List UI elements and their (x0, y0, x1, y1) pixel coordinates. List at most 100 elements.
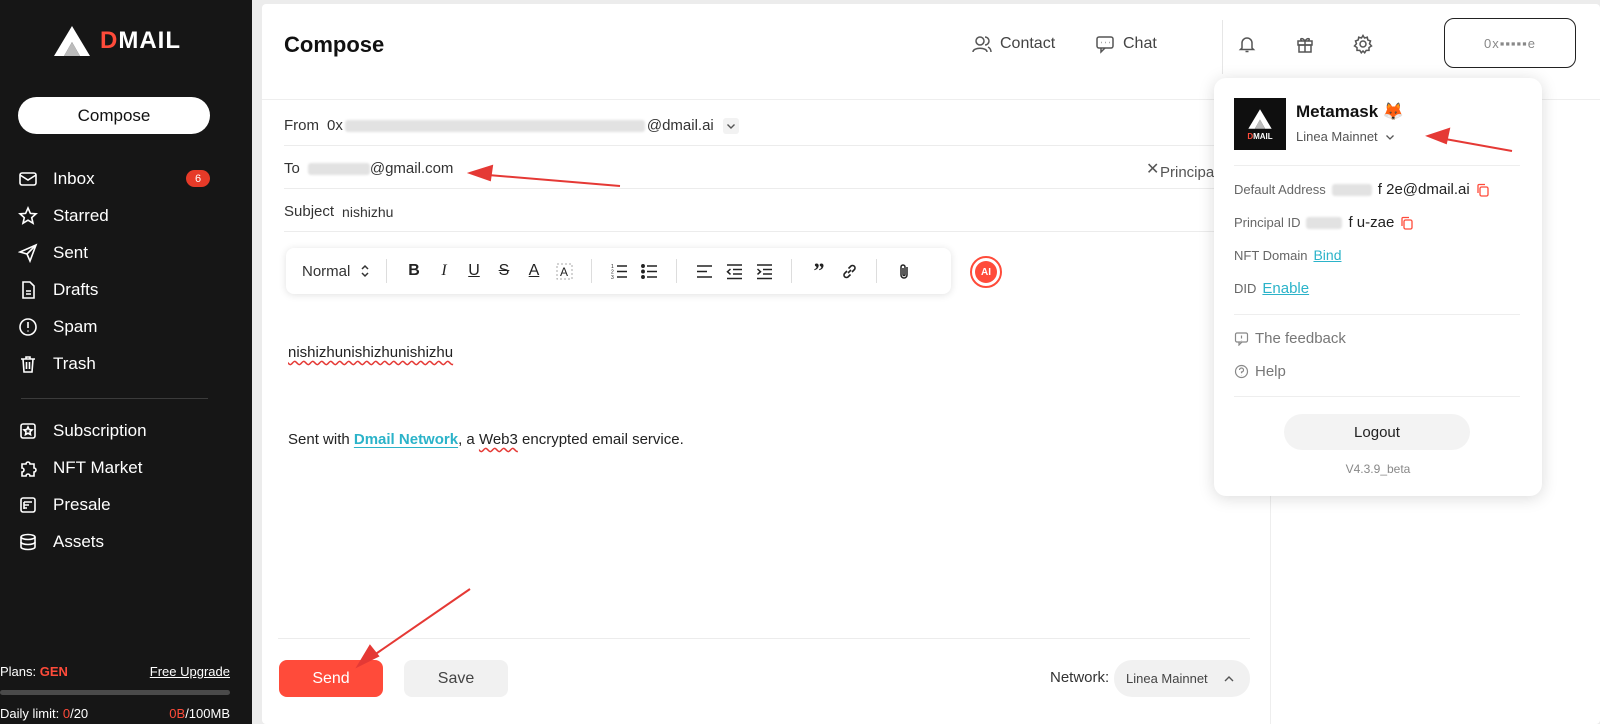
copy-icon[interactable] (1400, 216, 1414, 230)
copy-icon[interactable] (1476, 183, 1490, 197)
indent-icon[interactable] (749, 256, 779, 286)
app-logo[interactable]: DMAIL (52, 24, 181, 58)
underline-icon[interactable]: U (459, 256, 489, 286)
spam-icon (19, 317, 37, 336)
toolbar-divider (876, 259, 877, 283)
help-icon (1234, 364, 1249, 379)
sidebar-item-drafts[interactable]: Drafts (0, 271, 252, 308)
sidebar-item-presale[interactable]: Presale (0, 486, 252, 523)
feedback-label: The feedback (1255, 330, 1346, 347)
chevron-down-icon[interactable] (722, 117, 740, 135)
chat-icon (1096, 36, 1114, 54)
sidebar-item-label: Spam (53, 316, 98, 336)
sidebar-item-label: Trash (53, 353, 96, 373)
trash-icon (21, 355, 35, 373)
did-label: DID (1234, 281, 1257, 296)
chat-button[interactable]: Chat (1095, 34, 1157, 54)
sidebar-item-starred[interactable]: Starred (0, 197, 252, 234)
clear-recipient-icon[interactable]: ✕ (1146, 159, 1159, 179)
redacted-address (1331, 183, 1372, 196)
star-icon (18, 205, 38, 225)
quote-icon[interactable]: ” (804, 256, 834, 286)
network-select[interactable]: Linea Mainnet (1114, 660, 1250, 697)
sidebar-item-label: Sent (53, 242, 88, 262)
save-button[interactable]: Save (404, 660, 508, 697)
sidebar-item-spam[interactable]: Spam (0, 308, 252, 345)
italic-icon[interactable]: I (429, 256, 459, 286)
subject-field[interactable]: Subject nishizhu (284, 192, 1232, 232)
wallet-network-select[interactable]: Linea Mainnet (1296, 129, 1396, 144)
dmail-network-link[interactable]: Dmail Network (354, 431, 458, 448)
principal-id-label: Principal ID (1234, 215, 1301, 230)
logout-button[interactable]: Logout (1284, 414, 1470, 450)
help-menu-item[interactable]: Help (1234, 363, 1286, 380)
bind-link[interactable]: Bind (1313, 247, 1341, 263)
draft-icon (22, 280, 35, 299)
from-field[interactable]: From 0x @dmail.ai (284, 106, 1232, 146)
wallet-account-button[interactable]: 0x▪▪▪▪▪e (1444, 18, 1576, 68)
nft-domain-row: NFT Domain Bind (1234, 247, 1341, 263)
bell-icon[interactable] (1237, 34, 1257, 54)
sidebar-item-label: Assets (53, 531, 105, 551)
feedback-icon (1234, 332, 1249, 346)
strikethrough-icon[interactable]: S (489, 256, 519, 286)
toolbar-divider (676, 259, 677, 283)
sidebar-item-subscription[interactable]: Subscription (0, 412, 252, 449)
attachment-icon[interactable] (889, 256, 919, 286)
link-icon[interactable] (834, 256, 864, 286)
sidebar-item-nft-market[interactable]: NFT Market (0, 449, 252, 486)
default-address-value: f 2e@dmail.ai (1377, 181, 1470, 198)
redacted-principal (1306, 216, 1343, 229)
gear-icon[interactable] (1353, 34, 1373, 54)
editor-toolbar: Normal B I U S A A 123 ” (286, 248, 951, 294)
to-field[interactable]: To @gmail.com ✕ (284, 149, 1232, 189)
compose-button[interactable]: Compose (18, 97, 210, 134)
sidebar-item-label: Starred (53, 205, 109, 225)
ai-assistant-button[interactable]: AI (970, 256, 1002, 288)
send-button[interactable]: Send (279, 660, 383, 697)
header-divider (1222, 20, 1223, 74)
gift-icon[interactable] (1295, 34, 1315, 54)
align-left-icon[interactable] (689, 256, 719, 286)
bold-icon[interactable]: B (399, 256, 429, 286)
principal-toggle[interactable]: Principa (1160, 164, 1214, 181)
contact-label: Contact (1000, 35, 1056, 52)
text-color-icon[interactable]: A (519, 256, 549, 286)
subject-label: Subject (284, 203, 335, 220)
contact-button[interactable]: Contact (972, 34, 1055, 54)
sidebar-item-sent[interactable]: Sent (0, 234, 252, 271)
free-upgrade-link[interactable]: Free Upgrade (150, 664, 230, 679)
limit-row: Daily limit: 0/20 0B/100MB (0, 706, 230, 721)
chat-label: Chat (1123, 35, 1157, 52)
feedback-menu-item[interactable]: The feedback (1234, 330, 1346, 347)
text-format-select[interactable]: Normal (302, 263, 374, 280)
sidebar-item-trash[interactable]: Trash (0, 345, 252, 382)
enable-link[interactable]: Enable (1262, 280, 1309, 297)
page-title: Compose (284, 32, 385, 57)
sidebar-nav: Inbox 6 Starred Sent Drafts Spam Trash (0, 160, 252, 382)
signature: Sent with Dmail Network, a Web3 encrypte… (288, 431, 684, 448)
dmail-logo-icon (54, 26, 90, 56)
logo-text: DMAIL (100, 27, 181, 54)
nft-domain-label: NFT Domain (1234, 247, 1308, 263)
sidebar-item-assets[interactable]: Assets (0, 523, 252, 560)
ordered-list-icon[interactable]: 123 (604, 256, 634, 286)
storage-usage: 0B/100MB (169, 706, 230, 721)
toolbar-divider (591, 259, 592, 283)
bullet-list-icon[interactable] (634, 256, 664, 286)
sidebar-item-inbox[interactable]: Inbox 6 (0, 160, 252, 197)
wallet-name: Metamask 🦊 (1296, 102, 1405, 121)
popup-divider (1234, 314, 1520, 315)
to-suffix: @gmail.com (369, 160, 454, 177)
subject-input[interactable]: nishizhu (342, 204, 393, 220)
subscription-icon (20, 422, 36, 439)
sidebar-item-label: NFT Market (53, 457, 143, 477)
storage-progress-bar (0, 690, 230, 695)
highlight-icon[interactable]: A (549, 256, 579, 286)
help-label: Help (1255, 363, 1286, 380)
message-body[interactable]: nishizhunishizhunishizhu (288, 344, 453, 361)
redacted-recipient (307, 162, 370, 175)
outdent-icon[interactable] (719, 256, 749, 286)
toolbar-divider (791, 259, 792, 283)
toolbar-divider (386, 259, 387, 283)
